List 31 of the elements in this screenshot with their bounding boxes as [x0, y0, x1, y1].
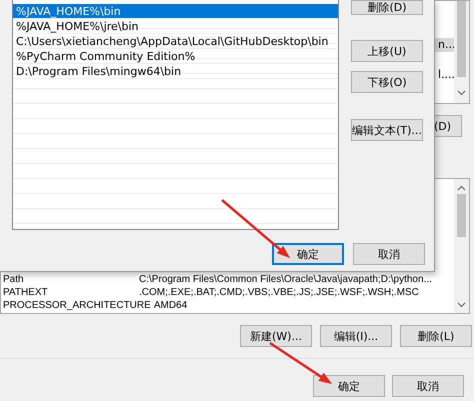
- path-entry[interactable]: D:\Program Files\mingw64\bin: [13, 64, 338, 79]
- variable-name: PATHEXT: [2, 286, 49, 299]
- annotation-arrow: [221, 199, 290, 258]
- variable-value: .COM;.EXE;.BAT;.CMD;.VBS;.VBE;.JS;.JSE;.WSF;.WSH;.MSC: [139, 286, 419, 299]
- side-button[interactable]: 删除(D): [351, 0, 423, 15]
- scrollbar-thumb[interactable]: [457, 194, 466, 237]
- side-button[interactable]: 下移(O): [351, 71, 423, 93]
- cancel-button[interactable]: 取消: [392, 375, 464, 397]
- scroll-down-icon[interactable]: [457, 89, 466, 97]
- variable-button[interactable]: 删除(L): [400, 325, 472, 347]
- cancel-button[interactable]: 取消: [353, 243, 425, 265]
- scroll-up-icon[interactable]: [457, 184, 466, 192]
- scrollbar[interactable]: [454, 1, 469, 103]
- variable-value: AMD64: [154, 299, 188, 312]
- scroll-down-icon[interactable]: [457, 301, 466, 309]
- side-button[interactable]: 编辑文本(T)...: [351, 119, 423, 141]
- variable-name: PROCESSOR_ARCHITECTURE: [2, 299, 152, 312]
- path-entry[interactable]: %JAVA_HOME%\bin: [13, 4, 338, 19]
- variable-button[interactable]: 编辑(I)...: [320, 325, 392, 347]
- variable-value: C:\Program Files\Common Files\Oracle\Java\javapath;D:\python...: [139, 273, 432, 286]
- variable-button[interactable]: 新建(W)...: [240, 325, 312, 347]
- side-button[interactable]: 上移(U): [351, 40, 423, 62]
- path-entry[interactable]: %PyCharm Community Edition%: [13, 49, 338, 64]
- path-entry[interactable]: C:\Users\xietiancheng\AppData\Local\GitHubDesktop\bin: [13, 34, 338, 49]
- ok-button[interactable]: 确定: [313, 375, 385, 397]
- scrollbar[interactable]: [454, 179, 469, 313]
- variable-name: Path: [2, 273, 25, 286]
- annotation-arrow: [269, 342, 332, 384]
- scrollbar-thumb[interactable]: [457, 1, 466, 77]
- path-entry[interactable]: %JAVA_HOME%\jre\bin: [13, 19, 338, 34]
- ok-button[interactable]: 确定: [272, 243, 344, 265]
